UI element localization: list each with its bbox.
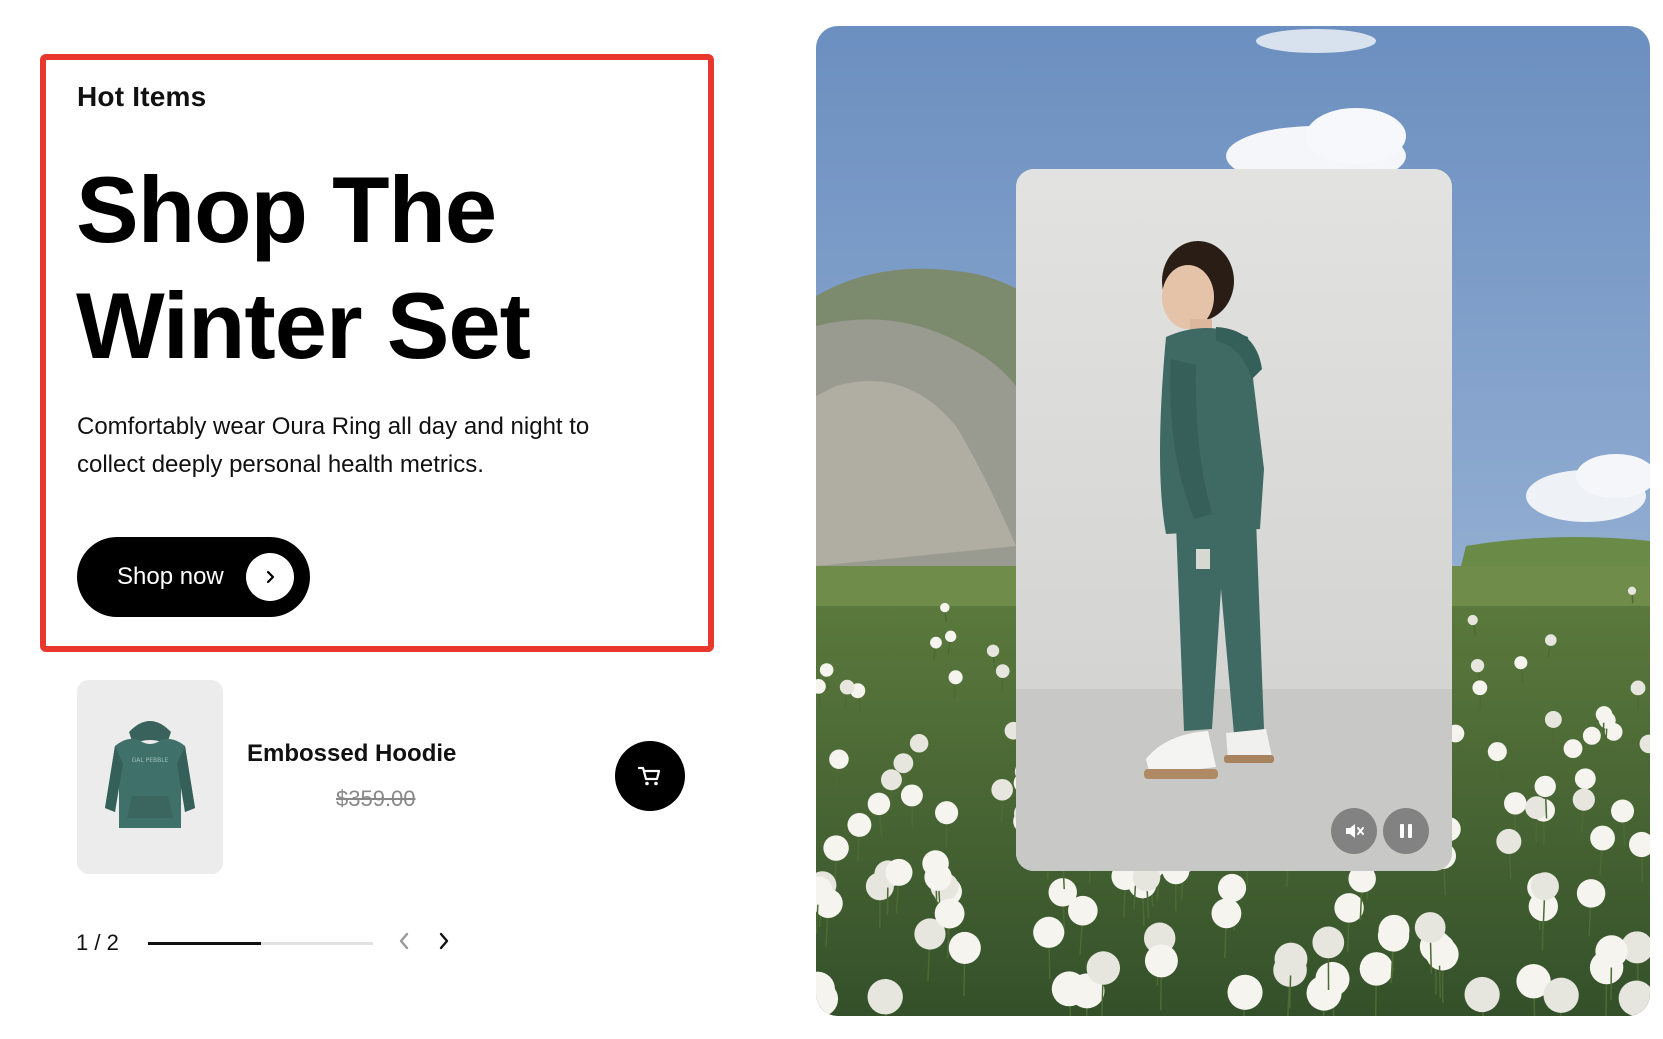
- product-name[interactable]: Embossed Hoodie: [247, 740, 456, 768]
- description-line-2: collect deeply personal health metrics.: [77, 451, 484, 478]
- hero-headline: Shop The Winter Set: [76, 152, 696, 384]
- slide-progress-fill: [148, 942, 261, 945]
- previous-slide-button[interactable]: [390, 927, 418, 955]
- add-to-cart-button[interactable]: [615, 741, 685, 811]
- pause-button[interactable]: [1383, 808, 1429, 854]
- svg-text:GAL PEBBLE: GAL PEBBLE: [132, 757, 169, 764]
- model-video-frame: [1016, 169, 1452, 871]
- mute-button[interactable]: [1331, 808, 1377, 854]
- chevron-left-icon: [399, 932, 409, 950]
- hoodie-image: GAL PEBBLE: [77, 680, 223, 874]
- description-line-1: Comfortably wear Oura Ring all day and n…: [77, 413, 590, 440]
- headline-line-2: Winter Set: [76, 273, 531, 378]
- eyebrow-label: Hot Items: [77, 81, 207, 112]
- slide-progress-bar: [148, 942, 373, 945]
- mute-icon: [1346, 824, 1364, 838]
- shop-now-label: Shop now: [117, 563, 224, 590]
- headline-line-1: Shop The: [76, 157, 497, 262]
- hero-description: Comfortably wear Oura Ring all day and n…: [77, 408, 677, 484]
- next-slide-button[interactable]: [430, 927, 458, 955]
- pause-icon: [1400, 824, 1412, 838]
- chevron-right-icon: [439, 932, 449, 950]
- chevron-right-icon: [246, 553, 294, 601]
- shop-now-button[interactable]: Shop now: [77, 537, 310, 617]
- product-price: $359.00: [336, 786, 416, 811]
- pager-count: 1 / 2: [76, 930, 119, 955]
- product-image[interactable]: GAL PEBBLE: [77, 680, 223, 874]
- cart-icon: [637, 766, 661, 786]
- product-video-card[interactable]: [1016, 169, 1452, 871]
